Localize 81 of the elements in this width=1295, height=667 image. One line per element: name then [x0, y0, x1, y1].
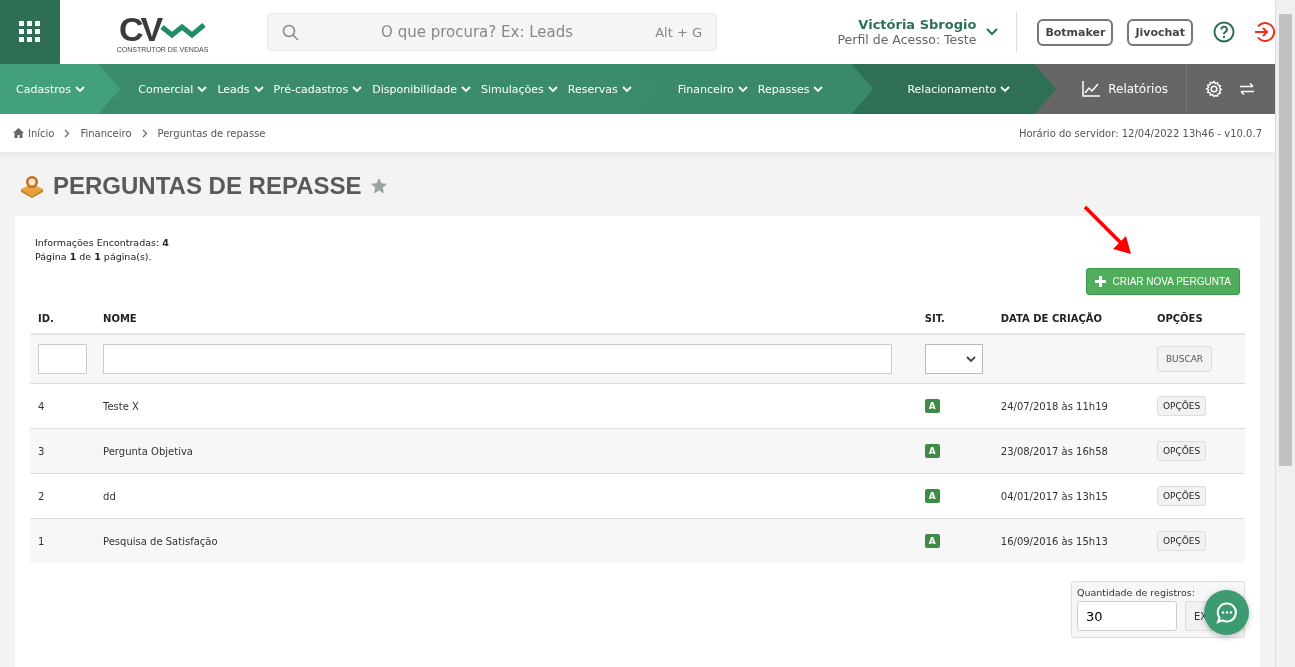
chevron-down-icon [74, 85, 85, 93]
table-cell: 4 [38, 400, 45, 412]
page-title: PERGUNTAS DE REPASSE [53, 172, 362, 200]
breadcrumb-link[interactable]: Início [28, 127, 55, 139]
column-header: SIT. [924, 313, 945, 324]
table-cell: dd [103, 490, 116, 502]
help-icon[interactable] [1213, 21, 1235, 43]
chevron-down-icon [197, 85, 208, 93]
nav-menu-item[interactable]: Comercial [138, 82, 208, 96]
summary-text: Página 1 de 1 página(s). [35, 250, 153, 264]
chevron-right-icon [141, 128, 148, 138]
options-button[interactable]: OPÇÕES [1156, 441, 1207, 461]
search-icon [282, 23, 299, 41]
scrollbar[interactable] [1275, 0, 1295, 667]
status-badge: A [924, 489, 940, 503]
chevron-down-icon [547, 85, 558, 93]
status-badge: A [924, 399, 940, 413]
breadcrumb-link[interactable]: Perguntas de repasse [157, 127, 266, 139]
table-cell: 3 [38, 445, 45, 457]
status-badge: A [924, 444, 940, 458]
chevron-down-icon [253, 85, 264, 93]
chevron-down-icon [1000, 85, 1011, 93]
nav-menu-item[interactable]: Pré-cadastros [273, 82, 363, 96]
logout-icon[interactable] [1253, 21, 1275, 43]
home-icon [13, 128, 24, 138]
nav-menu-item[interactable]: Leads [217, 82, 264, 96]
user-name: Victória Sbrogio [858, 17, 977, 32]
options-button[interactable]: OPÇÕES [1156, 396, 1207, 416]
chevron-down-icon [965, 355, 976, 363]
page-icon [19, 174, 45, 198]
nav-menu-item[interactable]: Simulações [480, 82, 558, 96]
records-field[interactable]: 30 [1077, 601, 1177, 631]
table-cell: 04/01/2017 às 13h15 [1000, 490, 1108, 502]
search-field[interactable]: O que procura? Ex: Leads Alt + G [267, 13, 717, 51]
name-filter-field[interactable] [103, 344, 893, 374]
nav-menu-item[interactable]: Cadastros [16, 82, 85, 96]
options-button[interactable]: OPÇÕES [1156, 531, 1207, 551]
breadcrumb-link[interactable]: Financeiro [80, 127, 132, 139]
summary-text: Informações Encontradas: 4 [35, 236, 170, 250]
line-chart-icon [1082, 81, 1101, 97]
chevron-down-icon [621, 85, 632, 93]
column-header: OPÇÕES [1156, 313, 1203, 324]
chat-bubble-icon [1214, 600, 1239, 625]
search-button[interactable]: BUSCAR [1156, 346, 1213, 372]
chevron-down-icon [460, 85, 471, 93]
chevron-down-icon [737, 85, 748, 93]
server-time: Horário do servidor: 12/04/2022 13h46 - v10.0.7 [1018, 127, 1262, 139]
star-icon[interactable] [369, 177, 388, 195]
id-filter-field[interactable] [38, 344, 87, 374]
grid-icon [19, 21, 41, 43]
search-input[interactable]: O que procura? Ex: Leads [299, 22, 656, 42]
table-cell: Pesquisa de Satisfação [103, 535, 218, 547]
apps-menu-button[interactable] [0, 0, 60, 64]
logo-text: CV [118, 11, 161, 46]
shortcut-hint: Alt + G [655, 24, 702, 40]
column-header: DATA DE CRIAÇÃO [1000, 313, 1102, 324]
toolbar-button[interactable]: Jivochat [1127, 18, 1193, 46]
nav-menu-item[interactable]: Relacionamento [907, 82, 1011, 96]
chevron-down-icon [813, 85, 824, 93]
plus-icon [1095, 276, 1107, 287]
status-badge: A [924, 534, 940, 548]
table-cell: Teste X [103, 400, 139, 412]
table-cell: 24/07/2018 às 11h19 [1000, 400, 1108, 412]
chevron-right-icon [64, 128, 71, 138]
nav-menu-item[interactable]: Disponibilidade [372, 82, 471, 96]
nav-menu-item[interactable]: Reservas [567, 82, 632, 96]
table-cell: 16/09/2016 às 15h13 [1000, 535, 1108, 547]
user-menu-caret-icon[interactable] [986, 28, 999, 36]
nav-menu-item[interactable]: Financeiro [677, 82, 748, 96]
user-profile: Perfil de Acesso: Teste [837, 32, 977, 47]
chevron-down-icon [352, 85, 363, 93]
column-header: NOME [103, 313, 137, 324]
nav-menu-item[interactable]: Repasses [757, 82, 824, 96]
column-header: ID. [38, 313, 54, 324]
table-cell: 2 [38, 490, 45, 502]
table-cell: 1 [38, 535, 45, 547]
records-label: Quantidade de registros: [1077, 587, 1196, 598]
options-button[interactable]: OPÇÕES [1156, 486, 1207, 506]
table-cell: 23/08/2017 às 16h58 [1000, 445, 1108, 457]
table-cell: Pergunta Objetiva [103, 445, 193, 457]
toolbar-button[interactable]: Botmaker [1037, 18, 1114, 46]
